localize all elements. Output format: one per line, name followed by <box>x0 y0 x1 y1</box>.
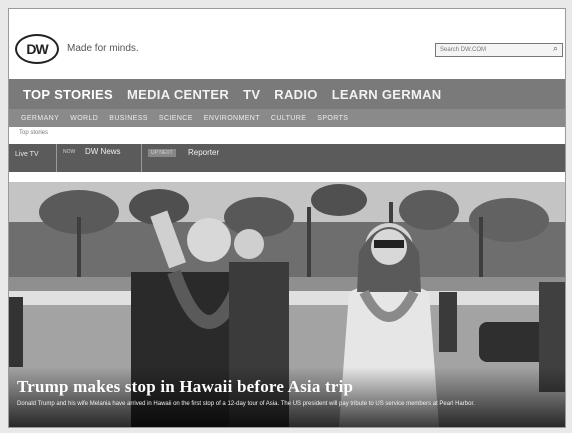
site-tagline: Made for minds. <box>67 43 139 54</box>
live-tv-button[interactable]: Live TV <box>9 144 57 172</box>
search-icon[interactable]: ⌕ <box>553 44 558 53</box>
search-placeholder: Search DW.COM <box>440 47 487 53</box>
subnav-sports[interactable]: SPORTS <box>317 115 348 122</box>
nav-radio[interactable]: RADIO <box>274 87 317 102</box>
sub-navigation: GERMANY WORLD BUSINESS SCIENCE ENVIRONME… <box>9 109 565 127</box>
browser-page: DW Made for minds. Search DW.COM ⌕ TOP S… <box>8 8 566 428</box>
subnav-business[interactable]: BUSINESS <box>109 115 148 122</box>
up-next-title: Reporter <box>188 148 220 157</box>
subnav-germany[interactable]: GERMANY <box>21 115 59 122</box>
hero-teaser: Donald Trump and his wife Melania have a… <box>17 401 475 407</box>
site-header: DW Made for minds. Search DW.COM ⌕ <box>9 9 565 79</box>
nav-top-stories[interactable]: TOP STORIES <box>23 87 113 102</box>
up-next-item[interactable]: UP NEXT Reporter <box>142 144 565 172</box>
live-tv-label: Live TV <box>15 151 39 158</box>
up-next-tag: UP NEXT <box>148 149 176 157</box>
subnav-culture[interactable]: CULTURE <box>271 115 306 122</box>
breadcrumb[interactable]: Top stories <box>19 130 48 136</box>
subnav-environment[interactable]: ENVIRONMENT <box>204 115 260 122</box>
live-bar: Live TV NOW DW News UP NEXT Reporter <box>9 144 565 172</box>
subnav-science[interactable]: SCIENCE <box>159 115 193 122</box>
nav-tv[interactable]: TV <box>243 87 260 102</box>
dw-logo[interactable]: DW <box>15 34 59 64</box>
nav-learn-german[interactable]: LEARN GERMAN <box>332 87 442 102</box>
now-playing-title: DW News <box>85 147 121 156</box>
nav-media-center[interactable]: MEDIA CENTER <box>127 87 229 102</box>
search-input[interactable]: Search DW.COM ⌕ <box>435 43 563 57</box>
main-navigation: TOP STORIES MEDIA CENTER TV RADIO LEARN … <box>9 79 565 109</box>
headline-gradient <box>9 367 565 427</box>
hero-story[interactable]: Trump makes stop in Hawaii before Asia t… <box>9 182 565 427</box>
subnav-world[interactable]: WORLD <box>70 115 98 122</box>
now-tag: NOW <box>63 149 76 155</box>
hero-headline[interactable]: Trump makes stop in Hawaii before Asia t… <box>17 377 557 397</box>
now-playing-item[interactable]: NOW DW News <box>57 144 142 172</box>
